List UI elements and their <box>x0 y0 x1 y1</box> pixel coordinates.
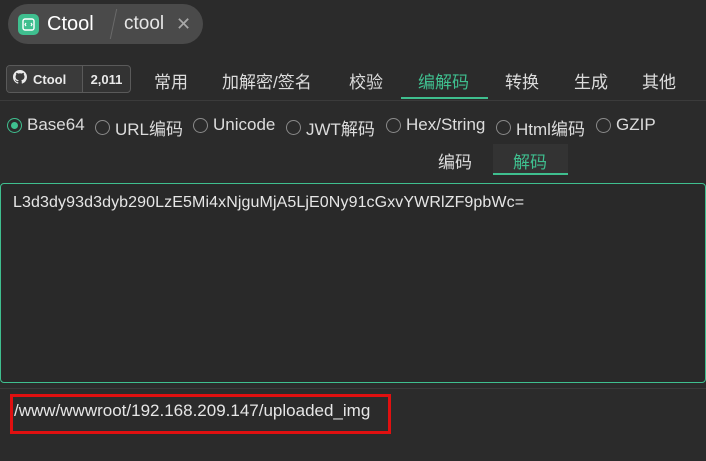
radio-base64[interactable]: Base64 <box>7 115 85 135</box>
tab-verify[interactable]: 校验 <box>349 68 383 93</box>
radio-indicator <box>95 120 110 135</box>
tab-crypto-sign[interactable]: 加解密/签名 <box>222 68 312 93</box>
github-icon <box>13 69 27 89</box>
input-value: L3d3dy93d3dyb290LzE5Mi4xNjguMjA5LjE0Ny91… <box>13 194 525 211</box>
breadcrumb-tool[interactable]: ctool <box>124 13 164 35</box>
ctool-logo-icon <box>18 13 39 35</box>
subtab-decode[interactable]: 解码 <box>513 148 547 173</box>
radio-label: Html编码 <box>516 120 585 139</box>
radio-gzip[interactable]: GZIP <box>596 115 656 135</box>
radio-html-encode[interactable]: Html编码 <box>496 115 585 140</box>
active-tab-indicator <box>401 97 488 99</box>
radio-indicator <box>193 117 208 133</box>
radio-jwt-decode[interactable]: JWT解码 <box>286 115 375 140</box>
brand[interactable]: Ctool <box>18 13 94 35</box>
radio-url-encode[interactable]: URL编码 <box>95 115 183 140</box>
radio-label: JWT解码 <box>306 120 375 139</box>
radio-indicator <box>596 117 611 133</box>
tab-other[interactable]: 其他 <box>642 68 676 93</box>
radio-label: GZIP <box>616 115 656 134</box>
top-bar: Ctool ctool ✕ <box>0 0 706 52</box>
radio-label: Base64 <box>27 115 85 134</box>
radio-indicator <box>496 120 511 135</box>
github-label: Ctool <box>33 71 67 87</box>
tab-encode-decode[interactable]: 编解码 <box>418 68 469 93</box>
output-highlight-annotation <box>10 394 391 434</box>
close-icon[interactable]: ✕ <box>176 14 191 34</box>
radio-hex-string[interactable]: Hex/String <box>386 115 485 135</box>
radio-label: URL编码 <box>115 120 184 139</box>
input-textarea[interactable]: L3d3dy93d3dyb290LzE5Mi4xNjguMjA5LjE0Ny91… <box>0 183 706 383</box>
radio-indicator <box>386 117 401 133</box>
github-star-badge[interactable]: Ctool 2,011 <box>6 65 131 93</box>
github-star-count: 2,011 <box>90 71 123 87</box>
radio-label: Hex/String <box>406 115 486 134</box>
app-name: Ctool <box>47 12 94 35</box>
subtab-encode[interactable]: 编码 <box>438 148 472 173</box>
app-tab-pill[interactable]: Ctool ctool ✕ <box>8 4 203 44</box>
github-badge-label: Ctool <box>7 66 83 92</box>
breadcrumb-separator <box>109 9 118 39</box>
app-window: Ctool ctool ✕ Ctool 2,011 常用 加解密/签名 校验 编… <box>0 0 706 461</box>
radio-indicator <box>286 120 301 135</box>
radio-unicode[interactable]: Unicode <box>193 115 275 135</box>
active-subtab-indicator <box>493 173 568 175</box>
category-nav: Ctool 2,011 常用 加解密/签名 校验 编解码 转换 生成 其他 <box>0 56 706 101</box>
radio-label: Unicode <box>213 115 276 134</box>
encoding-type-radio-group: Base64 URL编码 Unicode JWT解码 Hex/String Ht… <box>0 112 706 140</box>
tab-common[interactable]: 常用 <box>154 68 188 93</box>
nav-divider <box>0 100 706 101</box>
tab-generate[interactable]: 生成 <box>574 68 608 93</box>
radio-indicator <box>7 117 22 133</box>
tab-convert[interactable]: 转换 <box>505 68 539 93</box>
